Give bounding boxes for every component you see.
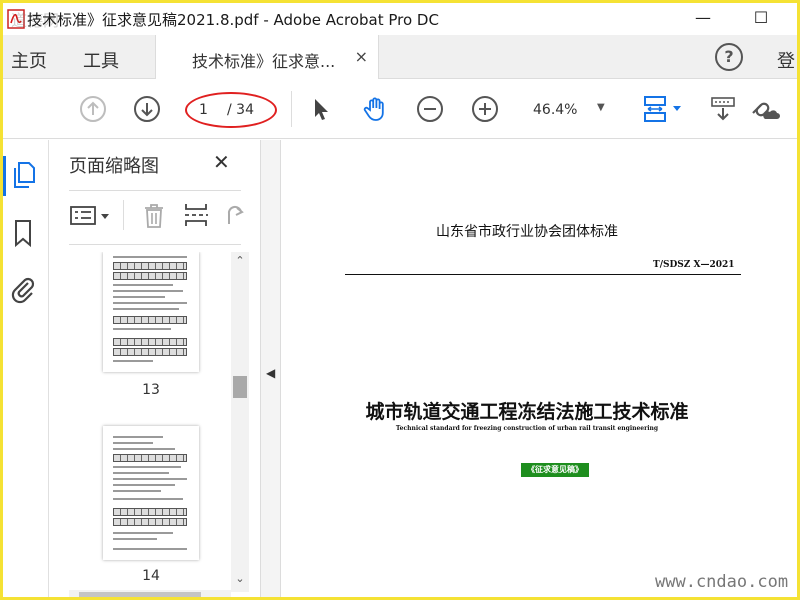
page-thumbnail-13[interactable] <box>103 252 199 372</box>
page-fit-icon[interactable] <box>641 95 685 123</box>
thumb-text-line <box>113 284 173 286</box>
sign-in-link[interactable]: 登 <box>777 47 795 73</box>
thumb-text-line <box>113 360 153 362</box>
scrollbar-thumb[interactable] <box>79 592 201 597</box>
document-subtitle: Technical standard for freezing construc… <box>395 425 659 432</box>
thumb-text-line <box>113 466 181 468</box>
thumb-table <box>113 454 187 462</box>
panel-divider <box>69 244 241 245</box>
thumbnail-panel: 页面缩略图 ✕ 13 14 ⌃ ⌄ <box>49 140 261 597</box>
delete-page-icon[interactable] <box>139 200 169 230</box>
scroll-up-arrow[interactable]: ⌃ <box>233 254 247 267</box>
thumbnail-scrollbar[interactable]: ⌃ ⌄ <box>231 252 249 592</box>
thumb-text-line <box>113 328 171 330</box>
thumb-text-line <box>113 548 187 550</box>
thumbnail-horizontal-scrollbar[interactable] <box>69 590 231 597</box>
panel-collapse-gutter[interactable]: ◀ <box>261 140 281 597</box>
rotate-page-icon[interactable] <box>221 200 247 230</box>
thumb-text-line <box>113 436 163 438</box>
window-title: 技术标准》征求意见稿2021.8.pdf - Adobe Acrobat Pro… <box>27 11 439 29</box>
thumb-text-line <box>113 442 153 444</box>
standard-code: T/SDSZ X—2021 <box>653 260 735 270</box>
document-tab-label: 技术标准》征求意... <box>192 52 336 71</box>
thumb-text-line <box>113 532 173 534</box>
page-thumbnails-icon[interactable] <box>9 160 37 190</box>
thumb-text-line <box>113 490 161 492</box>
document-header: 山东省市政行业协会团体标准 <box>436 224 618 240</box>
tab-tools[interactable]: 工具 <box>83 47 119 73</box>
rail-active-indicator <box>3 156 6 196</box>
thumb-table <box>113 262 187 270</box>
thumb-table <box>113 348 187 356</box>
chevron-down-icon: ▼ <box>597 102 605 113</box>
site-watermark: www.cndao.com <box>655 572 789 592</box>
scrollbar-thumb[interactable] <box>233 376 247 398</box>
thumb-table <box>113 338 187 346</box>
navigation-rail <box>3 140 49 597</box>
select-cursor-icon[interactable] <box>307 95 335 123</box>
thumb-table <box>113 518 187 526</box>
thumbnail-page-number: 13 <box>142 382 160 398</box>
acrobat-app-icon <box>7 9 25 29</box>
thumb-text-line <box>113 448 175 450</box>
hand-tool-icon[interactable] <box>361 95 389 123</box>
tab-document[interactable]: 技术标准》征求意... × <box>155 35 379 79</box>
read-aloud-icon[interactable] <box>709 95 739 123</box>
acrobat-window: 道德网 技术标准》征求意见稿2021.8.pdf - Adobe Acrobat… <box>0 0 800 600</box>
thumb-text-line <box>113 290 183 292</box>
tab-bar: 主页 工具 技术标准》征求意... × ? 登 <box>3 35 797 79</box>
thumb-text-line <box>113 308 179 310</box>
thumb-table <box>113 316 187 324</box>
toolbar-divider <box>291 91 292 127</box>
thumb-text-line <box>113 498 183 500</box>
thumb-text-line <box>113 472 169 474</box>
maximize-button[interactable]: ☐ <box>741 7 781 31</box>
insert-pages-icon[interactable] <box>181 200 211 230</box>
title-bar: 道德网 技术标准》征求意见稿2021.8.pdf - Adobe Acrobat… <box>3 3 797 35</box>
thumbnail-options-icon[interactable] <box>69 200 115 230</box>
close-tab-icon[interactable]: × <box>355 47 368 66</box>
share-link-icon[interactable] <box>747 95 781 123</box>
thumb-table <box>113 272 187 280</box>
scroll-down-arrow[interactable]: ⌄ <box>233 572 247 585</box>
toolbar-divider <box>123 200 124 230</box>
document-title: 城市轨道交通工程冻结法施工技术标准 <box>365 401 689 423</box>
attachment-icon[interactable] <box>9 274 37 304</box>
thumb-text-line <box>113 256 187 258</box>
collapse-arrow-icon[interactable]: ◀ <box>266 366 275 380</box>
thumb-text-line <box>113 296 165 298</box>
toolbar: / 34 46.4% ▼ <box>3 79 797 139</box>
annotation-highlight-ellipse <box>185 92 277 128</box>
thumb-text-line <box>113 478 187 480</box>
thumb-text-line <box>113 302 187 304</box>
draft-badge: 《征求意见稿》 <box>521 463 589 477</box>
zoom-out-icon[interactable] <box>416 95 444 123</box>
thumbnail-list: 13 14 <box>69 252 229 592</box>
help-icon[interactable]: ? <box>715 43 743 71</box>
thumb-table <box>113 508 187 516</box>
thumbnail-page-number: 14 <box>142 568 160 584</box>
next-page-icon[interactable] <box>133 95 161 123</box>
zoom-in-icon[interactable] <box>471 95 499 123</box>
page-thumbnail-14[interactable] <box>103 426 199 560</box>
thumb-text-line <box>113 538 157 540</box>
thumb-text-line <box>113 484 175 486</box>
prev-page-icon[interactable] <box>79 95 107 123</box>
bookmark-icon[interactable] <box>9 218 37 248</box>
close-panel-icon[interactable]: ✕ <box>213 150 230 174</box>
header-rule <box>345 274 741 275</box>
panel-title: 页面缩略图 <box>69 156 159 177</box>
tab-home[interactable]: 主页 <box>11 47 47 73</box>
minimize-button[interactable]: — <box>683 7 723 31</box>
document-view: 山东省市政行业协会团体标准 T/SDSZ X—2021 城市轨道交通工程冻结法施… <box>281 140 797 597</box>
zoom-value: 46.4% <box>533 102 578 118</box>
panel-divider <box>69 190 241 191</box>
